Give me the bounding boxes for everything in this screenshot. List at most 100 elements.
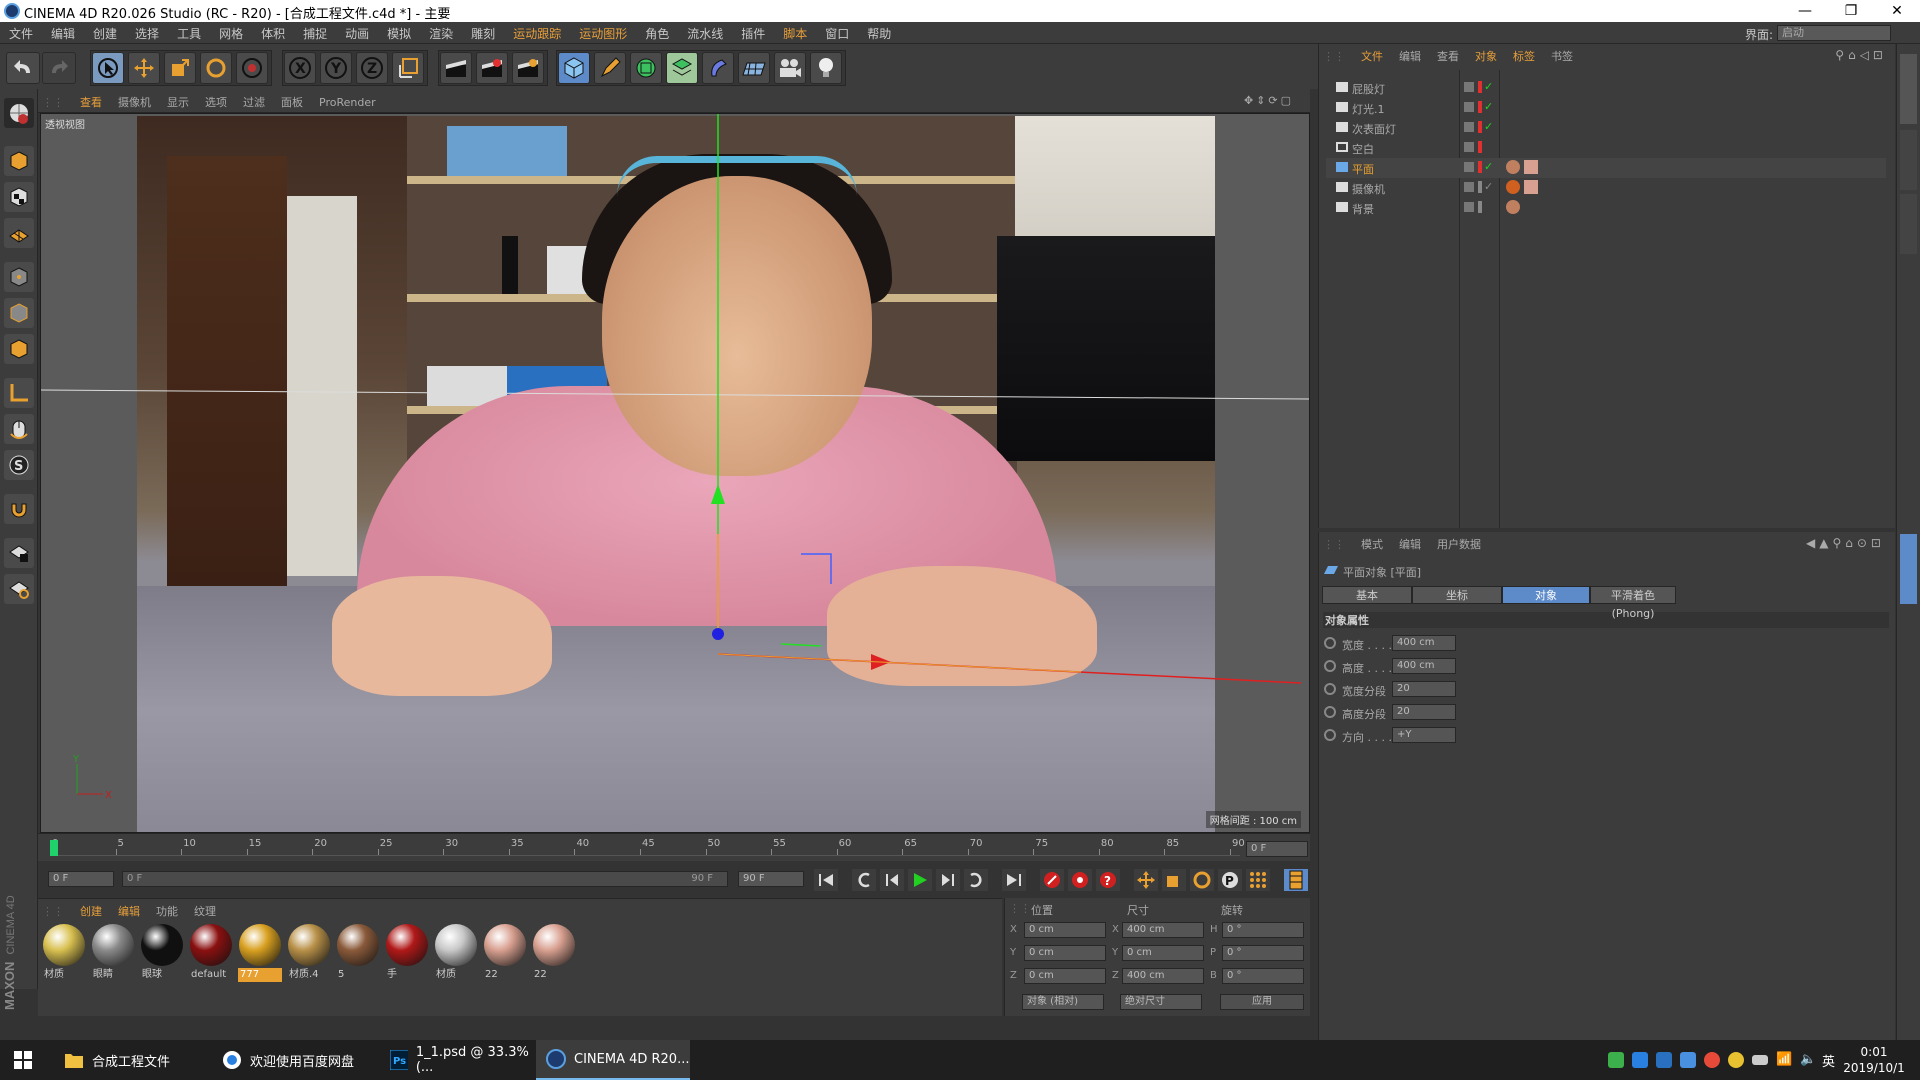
visibility-dots-icon[interactable] — [1478, 101, 1482, 113]
mat-menu-texture[interactable]: 纹理 — [186, 899, 224, 919]
key-parameter-button[interactable]: P — [1218, 869, 1242, 891]
vp-menu-filter[interactable]: 过滤 — [235, 89, 273, 110]
battery-icon[interactable] — [1752, 1055, 1768, 1065]
move-tool-button[interactable] — [128, 52, 160, 84]
vp-menu-panel[interactable]: 面板 — [273, 89, 311, 110]
menu-script[interactable]: 脚本 — [774, 22, 816, 42]
obj-menu-objects[interactable]: 对象 — [1467, 44, 1505, 64]
maximize-button[interactable]: ❐ — [1828, 0, 1874, 22]
animate-radio-icon[interactable] — [1324, 729, 1336, 741]
animate-radio-icon[interactable] — [1324, 660, 1336, 672]
go-to-start-button[interactable] — [814, 869, 838, 891]
planar-workplane-button[interactable] — [4, 574, 34, 604]
tweak-mode-button[interactable] — [4, 414, 34, 444]
size-mode-select[interactable]: 绝对尺寸 — [1120, 994, 1202, 1010]
taskbar-explorer[interactable]: 合成工程文件 — [54, 1040, 208, 1080]
vp-menu-prorender[interactable]: ProRender — [311, 91, 384, 109]
vp-menu-display[interactable]: 显示 — [159, 89, 197, 110]
material-tag-icon[interactable] — [1506, 160, 1520, 174]
menu-snap[interactable]: 捕捉 — [294, 22, 336, 42]
object-name[interactable]: 灯光.1 — [1352, 101, 1385, 117]
attribute-value-field[interactable]: 400 cm — [1392, 635, 1456, 651]
menu-mograph[interactable]: 运动图形 — [570, 22, 636, 42]
menu-character[interactable]: 角色 — [636, 22, 678, 42]
record-key-button[interactable] — [1040, 869, 1064, 891]
frame-range-slider[interactable]: 0 F 90 F — [122, 871, 728, 887]
mat-menu-function[interactable]: 功能 — [148, 899, 186, 919]
material-swatch[interactable]: 材质 — [434, 924, 478, 984]
array-button[interactable] — [666, 52, 698, 84]
menu-pipeline[interactable]: 流水线 — [678, 22, 732, 42]
drag-handle-icon[interactable]: ⋮⋮ — [38, 91, 72, 109]
menu-simulate[interactable]: 模拟 — [378, 22, 420, 42]
scale-tool-button[interactable] — [164, 52, 196, 84]
size-field[interactable]: 400 cm — [1122, 968, 1204, 984]
floor-button[interactable] — [738, 52, 770, 84]
obj-menu-view[interactable]: 查看 — [1429, 44, 1467, 64]
attr-menu-userdata[interactable]: 用户数据 — [1429, 532, 1489, 552]
direction-select[interactable]: +Y — [1392, 727, 1456, 743]
tray-blue-icon[interactable] — [1632, 1052, 1648, 1068]
obj-menu-bookmarks[interactable]: 书签 — [1543, 44, 1581, 64]
attr-nav-tools[interactable]: ◀▲⚲⌂⊙⊡ — [1806, 536, 1885, 550]
menu-select[interactable]: 选择 — [126, 22, 168, 42]
render-view-button[interactable] — [440, 52, 472, 84]
next-frame-button[interactable] — [936, 869, 960, 891]
attribute-value-field[interactable]: 20 — [1392, 681, 1456, 697]
position-field[interactable]: 0 cm — [1024, 945, 1106, 961]
material-swatch[interactable]: 眼球 — [140, 924, 184, 984]
prev-frame-button[interactable] — [880, 869, 904, 891]
obj-menu-edit[interactable]: 编辑 — [1391, 44, 1429, 64]
material-swatch[interactable]: 眼睛 — [91, 924, 135, 984]
attr-menu-edit[interactable]: 编辑 — [1391, 532, 1429, 552]
animate-radio-icon[interactable] — [1324, 706, 1336, 718]
material-tag-icon[interactable] — [1506, 200, 1520, 214]
z-axis-handle[interactable] — [712, 628, 724, 640]
pen-button[interactable] — [594, 52, 626, 84]
object-name[interactable]: 空白 — [1352, 141, 1374, 157]
edges-mode-button[interactable] — [4, 298, 34, 328]
tray-yellow-icon[interactable] — [1728, 1052, 1744, 1068]
y-axis-arrow[interactable] — [711, 484, 725, 504]
prev-key-button[interactable] — [852, 869, 876, 891]
obj-menu-tags[interactable]: 标签 — [1505, 44, 1543, 64]
material-swatch[interactable]: 22 — [483, 924, 527, 984]
material-swatch[interactable]: 材质 — [42, 924, 86, 984]
windows-start-button[interactable] — [0, 1040, 48, 1080]
enabled-check-icon[interactable]: ✓ — [1484, 100, 1493, 113]
menu-help[interactable]: 帮助 — [858, 22, 900, 42]
menu-render[interactable]: 渲染 — [420, 22, 462, 42]
enabled-check-icon[interactable]: ✓ — [1484, 80, 1493, 93]
timeline-playhead[interactable] — [50, 840, 58, 856]
keyframe-selection-button[interactable]: ? — [1096, 869, 1120, 891]
key-rotation-button[interactable] — [1190, 869, 1214, 891]
strip-tab-takes[interactable] — [1900, 130, 1917, 190]
solo-mode-button[interactable]: S — [4, 450, 34, 480]
snap-button[interactable] — [4, 494, 34, 524]
layer-icon[interactable] — [1464, 122, 1474, 132]
rotation-field[interactable]: 0 ° — [1222, 968, 1304, 984]
position-field[interactable]: 0 cm — [1024, 922, 1106, 938]
camera-button[interactable] — [774, 52, 806, 84]
cube-button[interactable] — [558, 52, 590, 84]
visibility-dots-icon[interactable] — [1478, 161, 1482, 173]
tab-object[interactable]: 对象 — [1502, 586, 1590, 604]
model-mode-button[interactable] — [4, 146, 34, 176]
end-frame-field[interactable]: 90 F — [738, 871, 804, 887]
attribute-value-field[interactable]: 400 cm — [1392, 658, 1456, 674]
material-tag-icon[interactable] — [1506, 180, 1520, 194]
menu-mesh[interactable]: 网格 — [210, 22, 252, 42]
points-mode-button[interactable] — [4, 262, 34, 292]
visibility-dots-icon[interactable] — [1478, 81, 1482, 93]
object-row[interactable]: 次表面灯 ✓ — [1326, 118, 1886, 138]
baidu-tray-icon[interactable] — [1680, 1052, 1696, 1068]
minimize-button[interactable]: — — [1782, 0, 1828, 22]
layer-icon[interactable] — [1464, 162, 1474, 172]
drag-handle-icon[interactable]: ⋮⋮ — [1009, 902, 1031, 915]
coordinate-system-button[interactable] — [392, 52, 424, 84]
object-manager-tools[interactable]: ⚲⌂◁⊡ — [1835, 48, 1887, 62]
menu-create[interactable]: 创建 — [84, 22, 126, 42]
timeline-window-button[interactable] — [1284, 869, 1308, 891]
visibility-dots-icon[interactable] — [1478, 181, 1482, 193]
material-swatch[interactable]: 22 — [532, 924, 576, 984]
